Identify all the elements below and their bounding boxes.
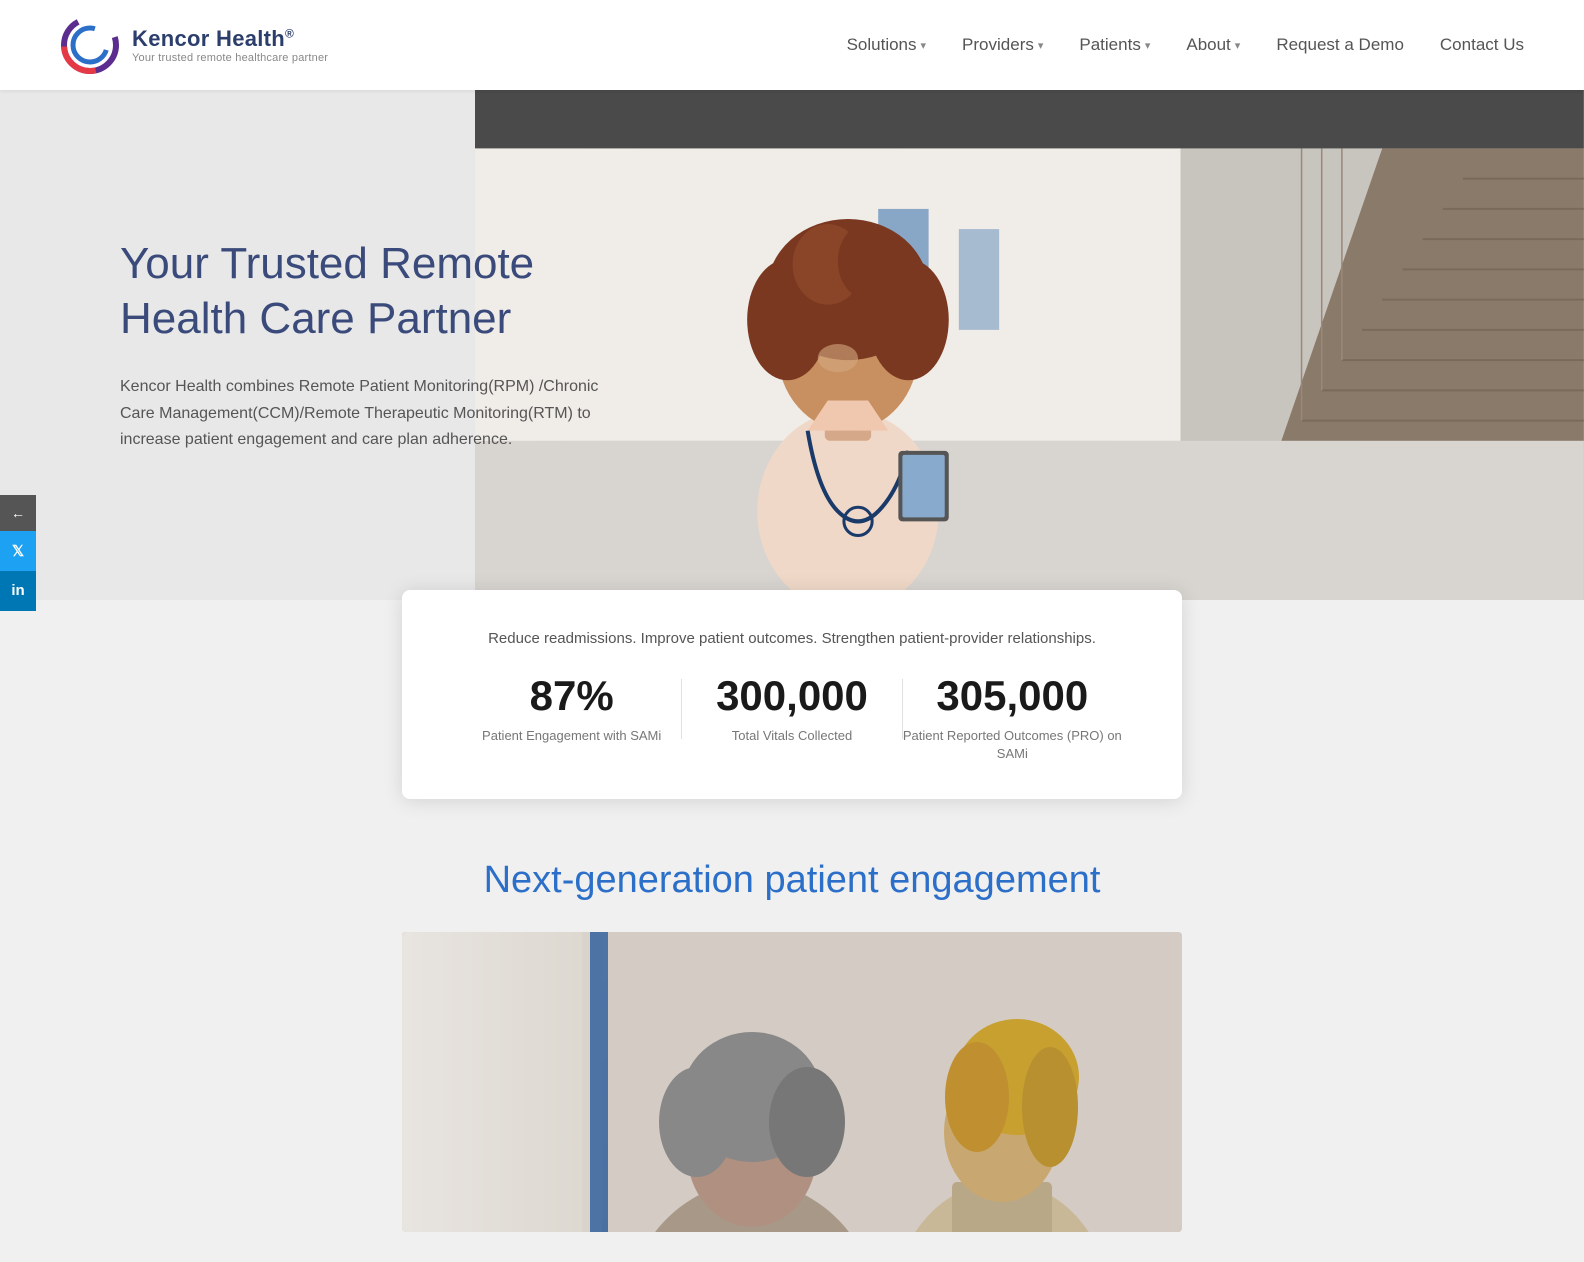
stat-outcomes-number: 305,000: [903, 675, 1122, 717]
main-nav: Solutions ▾ Providers ▾ Patients ▾ About…: [847, 35, 1524, 55]
logo-name: Kencor Health®: [132, 26, 328, 52]
social-sidebar: ← 𝕏 in: [0, 495, 36, 611]
logo-area[interactable]: Kencor Health® Your trusted remote healt…: [60, 15, 328, 75]
stat-engagement-number: 87%: [462, 675, 681, 717]
nav-contact-us[interactable]: Contact Us: [1440, 35, 1524, 55]
nextgen-title: Next-generation patient engagement: [0, 859, 1584, 902]
social-toggle-button[interactable]: ←: [0, 495, 36, 531]
stat-outcomes: 305,000 Patient Reported Outcomes (PRO) …: [903, 675, 1122, 763]
twitter-button[interactable]: 𝕏: [0, 531, 36, 571]
chevron-down-icon: ▾: [1038, 39, 1044, 52]
linkedin-icon: in: [11, 582, 24, 599]
chevron-down-icon: ▾: [921, 39, 927, 52]
bottom-consultation-image: [402, 932, 1182, 1232]
logo-icon: [60, 15, 120, 75]
nav-about[interactable]: About ▾: [1186, 35, 1240, 55]
logo-tagline: Your trusted remote healthcare partner: [132, 52, 328, 64]
stat-outcomes-label: Patient Reported Outcomes (PRO) on SAMi: [903, 727, 1122, 763]
stats-container: Reduce readmissions. Improve patient out…: [0, 590, 1584, 799]
nav-solutions[interactable]: Solutions ▾: [847, 35, 926, 55]
hero-background-image: [475, 90, 1584, 600]
twitter-icon: 𝕏: [12, 542, 24, 560]
consultation-scene: [402, 932, 1182, 1232]
hero-section: Your Trusted Remote Health Care Partner …: [0, 90, 1584, 600]
nextgen-section: Next-generation patient engagement: [0, 799, 1584, 1262]
stat-engagement-label: Patient Engagement with SAMi: [462, 727, 681, 745]
hero-scene: [475, 90, 1584, 600]
chevron-down-icon: ▾: [1235, 39, 1241, 52]
stat-engagement: 87% Patient Engagement with SAMi: [462, 675, 681, 745]
stat-vitals: 300,000 Total Vitals Collected: [682, 675, 901, 745]
hero-title: Your Trusted Remote Health Care Partner: [120, 236, 640, 346]
bottom-image-container: [0, 932, 1584, 1232]
stat-vitals-label: Total Vitals Collected: [682, 727, 901, 745]
arrow-left-icon: ←: [11, 505, 25, 521]
nav-providers[interactable]: Providers ▾: [962, 35, 1043, 55]
chevron-down-icon: ▾: [1145, 39, 1151, 52]
stat-vitals-number: 300,000: [682, 675, 901, 717]
header: Kencor Health® Your trusted remote healt…: [0, 0, 1584, 90]
stats-row: 87% Patient Engagement with SAMi 300,000…: [462, 675, 1122, 763]
stats-box: Reduce readmissions. Improve patient out…: [402, 590, 1182, 799]
logo-text-block: Kencor Health® Your trusted remote healt…: [132, 26, 328, 64]
hero-content: Your Trusted Remote Health Care Partner …: [0, 236, 640, 453]
linkedin-button[interactable]: in: [0, 571, 36, 611]
hero-description: Kencor Health combines Remote Patient Mo…: [120, 374, 600, 453]
nav-patients[interactable]: Patients ▾: [1079, 35, 1150, 55]
stats-tagline: Reduce readmissions. Improve patient out…: [462, 630, 1122, 647]
nav-request-demo[interactable]: Request a Demo: [1276, 35, 1404, 55]
